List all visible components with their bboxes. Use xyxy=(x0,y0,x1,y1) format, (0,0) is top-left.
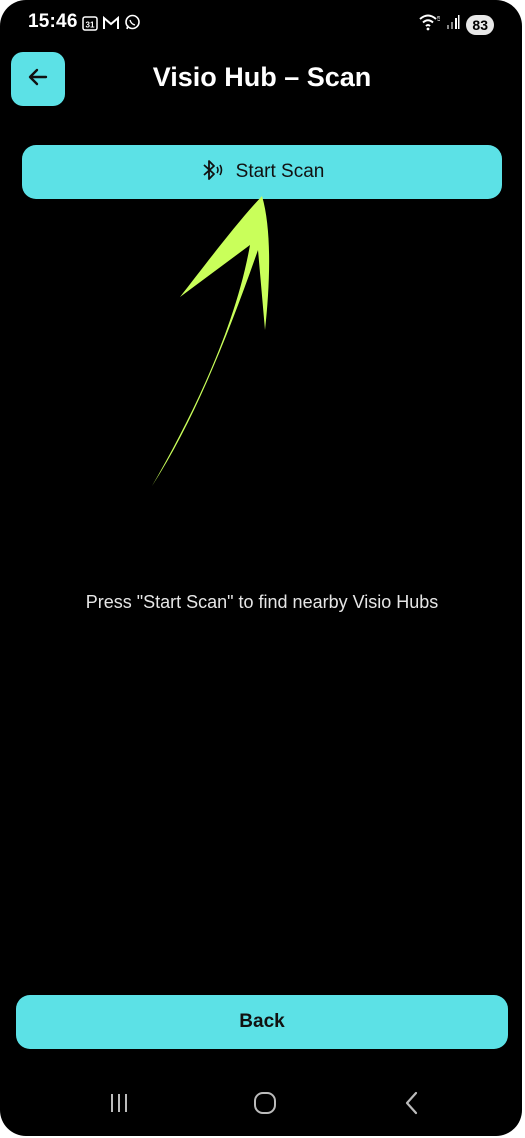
empty-state-hint: Press "Start Scan" to find nearby Visio … xyxy=(85,592,439,612)
back-button-label: Back xyxy=(239,1011,285,1032)
recents-button[interactable] xyxy=(99,1090,139,1120)
home-icon xyxy=(252,1090,278,1121)
annotation-arrow xyxy=(152,196,270,486)
nav-back-icon xyxy=(402,1091,422,1120)
system-nav-bar xyxy=(0,1078,522,1132)
nav-back-button[interactable] xyxy=(392,1090,432,1120)
home-button[interactable] xyxy=(245,1090,285,1120)
recents-icon xyxy=(107,1092,131,1119)
back-button[interactable]: Back xyxy=(16,995,508,1049)
phone-screen: 15:46 31 5 83 Visio Hub – Scan Start Sca… xyxy=(0,0,522,1136)
